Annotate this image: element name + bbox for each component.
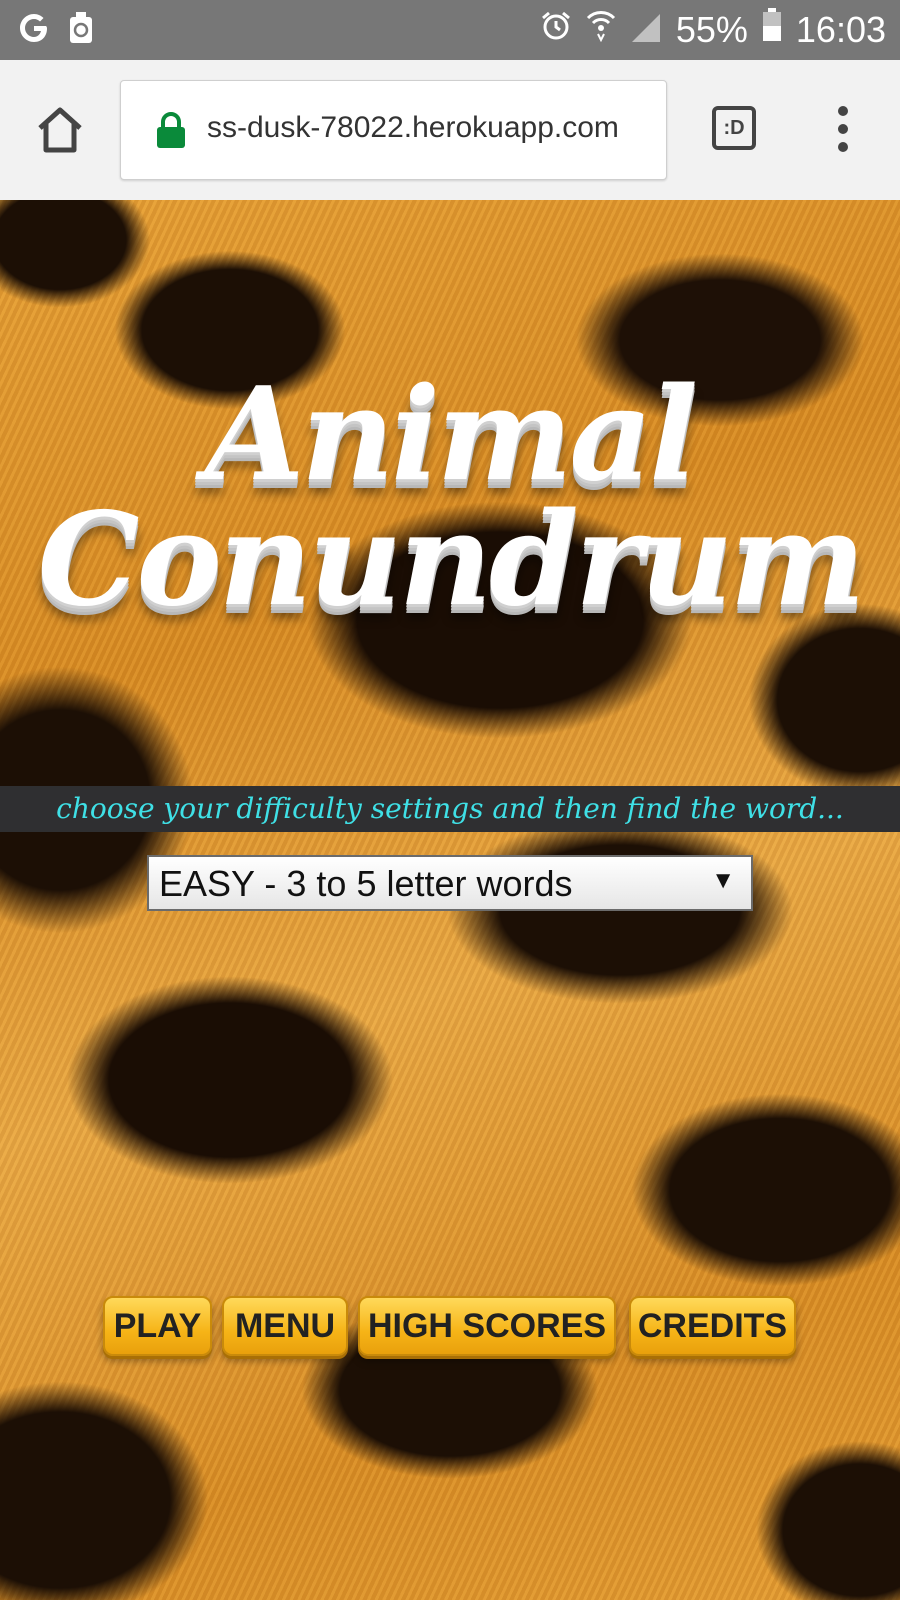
- action-buttons: PLAY MENU HIGH SCORES CREDITS: [0, 1296, 900, 1360]
- overflow-menu-icon[interactable]: [830, 104, 856, 154]
- recycle-icon: [68, 11, 94, 50]
- difficulty-select[interactable]: EASY - 3 to 5 letter words ▼: [147, 855, 753, 911]
- address-bar[interactable]: ss-dusk-78022.herokuapp.com: [120, 80, 667, 180]
- home-icon[interactable]: [34, 104, 86, 156]
- game-title-line1: Animal: [205, 360, 698, 510]
- high-scores-button[interactable]: HIGH SCORES: [358, 1296, 616, 1356]
- game-page: Animal Conundrum choose your difficulty …: [0, 200, 900, 1600]
- menu-button[interactable]: MENU: [222, 1296, 348, 1356]
- clock: 16:03: [795, 8, 886, 50]
- battery-percent: 55%: [675, 8, 748, 50]
- url-text: ss-dusk-78022.herokuapp.com: [207, 111, 619, 144]
- credits-button[interactable]: CREDITS: [629, 1296, 796, 1356]
- google-icon: [16, 10, 52, 51]
- wifi-icon: [586, 8, 616, 51]
- lock-icon: [155, 111, 187, 149]
- status-bar: 55% 16:03: [0, 0, 900, 60]
- dropdown-arrow-icon: ▼: [711, 867, 735, 894]
- battery-icon: [762, 8, 782, 51]
- game-title-line2: Conundrum: [37, 485, 866, 635]
- tagline-banner: choose your difficulty settings and then…: [0, 786, 900, 832]
- signal-icon: [630, 9, 662, 51]
- play-button[interactable]: PLAY: [103, 1296, 212, 1356]
- difficulty-selected-value: EASY - 3 to 5 letter words: [159, 863, 573, 904]
- alarm-icon: [540, 9, 572, 51]
- tagline-text: choose your difficulty settings and then…: [56, 792, 844, 825]
- browser-toolbar: ss-dusk-78022.herokuapp.com :D: [0, 60, 900, 201]
- tab-switcher-button[interactable]: :D: [712, 106, 756, 150]
